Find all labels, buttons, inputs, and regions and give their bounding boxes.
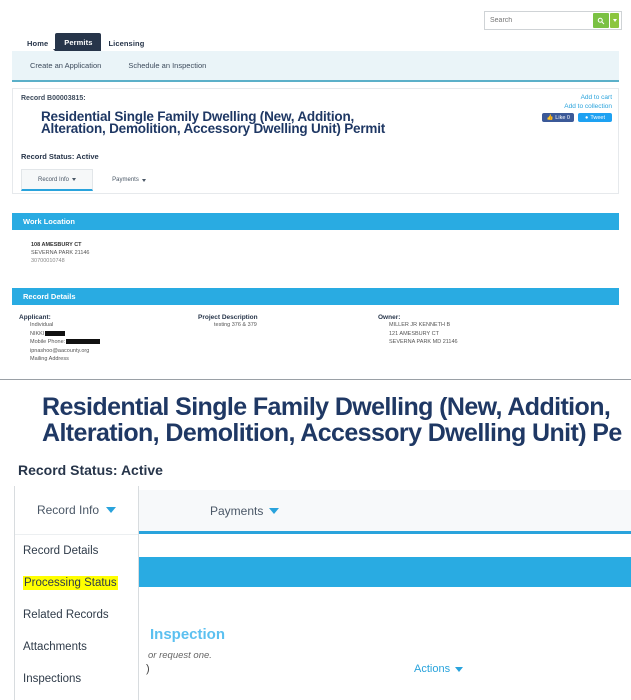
owner-address-line1: 121 AMESBURY CT <box>389 330 439 337</box>
applicant-mailing-address-label: Mailing Address <box>30 356 69 362</box>
nav-tab-home[interactable]: Home <box>20 35 55 52</box>
nav-tab-licensing[interactable]: Licensing <box>101 35 151 52</box>
menu-item-processing-status-label: Processing Status <box>23 576 118 590</box>
record-number: Record B00003815: <box>21 95 86 102</box>
record-details-heading: Record Details <box>23 292 76 301</box>
schedule-inspection-link[interactable]: Inspection <box>150 626 225 643</box>
work-parcel-number: 30700010748 <box>31 258 65 264</box>
zoom-tab-payments-label: Payments <box>210 503 264 518</box>
zoomed-detail-panel: Residential Single Family Dwelling (New,… <box>0 379 631 700</box>
record-side-links: Add to cart Add to collection <box>564 93 612 111</box>
redaction-bar <box>66 339 101 345</box>
zoom-page-title: Residential Single Family Dwelling (New,… <box>42 394 631 446</box>
applicant-phone: Mobile Phone: <box>30 338 179 347</box>
facebook-like-button[interactable]: 👍 Like 0 <box>542 113 574 122</box>
caret-down-icon <box>106 507 117 513</box>
twitter-tweet-label: Tweet <box>590 114 605 121</box>
applicant-name-text: NIKKI <box>30 330 45 337</box>
menu-item-processing-status[interactable]: Processing Status <box>15 567 138 599</box>
work-address-line1: 108 AMESBURY CT <box>31 242 82 248</box>
thumbs-up-icon: 👍 <box>546 114 554 121</box>
applicant-email: ipnashoo@aacounty.org <box>30 347 90 354</box>
record-details-body: Applicant: Individual NIKKI Mobile Phone… <box>12 305 619 378</box>
dropdown-header-record-info[interactable]: Record Info <box>15 486 138 535</box>
twitter-bird-icon: ● <box>584 114 589 121</box>
menu-item-attachments[interactable]: Attachments <box>15 631 138 663</box>
project-description-heading: Project Description <box>198 314 258 321</box>
tab-payments-label: Payments <box>112 177 139 183</box>
tab-record-info-label: Record Info <box>37 176 70 183</box>
work-location-body: 108 AMESBURY CT SEVERNA PARK 21146 30700… <box>12 230 619 280</box>
applicant-phone-label: Mobile Phone: <box>30 339 66 345</box>
menu-item-record-details-label: Record Details <box>23 545 99 557</box>
owner-name: MILLER JR KENNETH B <box>389 322 451 328</box>
page-overview-panel: Home Permits Licensing Create an Applica… <box>0 0 631 378</box>
social-buttons: 👍 Like 0 ● Tweet <box>542 113 612 122</box>
menu-item-inspections-label: Inspections <box>23 673 82 685</box>
owner-address-line2: SEVERNA PARK MD 21146 <box>389 339 458 345</box>
project-description-text: testing 376 & 379 <box>214 322 257 328</box>
work-location-heading: Work Location <box>23 217 75 226</box>
menu-item-inspections[interactable]: Inspections <box>15 663 138 695</box>
applicant-name: NIKKI <box>30 330 179 339</box>
facebook-like-label: Like 0 <box>555 114 570 121</box>
section-header-record-details: Record Details <box>12 288 619 305</box>
work-address-line2: SEVERNA PARK 21146 <box>31 250 90 256</box>
caret-down-icon <box>141 178 146 182</box>
actions-label: Actions <box>414 663 451 675</box>
page-title: Residential Single Family Dwelling (New,… <box>41 110 471 136</box>
applicant-type: Individual <box>30 322 54 328</box>
zoom-record-status: Record Status: Active <box>18 462 163 478</box>
tab-record-info[interactable]: Record Info <box>21 169 93 191</box>
owner-heading: Owner: <box>378 314 401 321</box>
menu-item-record-details[interactable]: Record Details <box>15 535 138 567</box>
section-header-work-location: Work Location <box>12 213 619 230</box>
record-info-dropdown-menu: Record Info Record Details Processing St… <box>14 486 139 700</box>
record-tabs: Record Info Payments <box>21 169 165 191</box>
zoom-title-line2: Alteration, Demolition, Accessory Dwelli… <box>42 419 622 447</box>
search-dropdown-icon[interactable] <box>610 13 619 28</box>
applicant-heading: Applicant: <box>19 314 51 321</box>
inspection-count-text: ) <box>146 663 150 675</box>
applicant-column: Applicant: Individual NIKKI Mobile Phone… <box>19 314 179 364</box>
caret-down-icon <box>269 507 280 514</box>
owner-column: Owner: MILLER JR KENNETH B 121 AMESBURY … <box>378 314 558 347</box>
search-icon[interactable] <box>593 13 609 28</box>
menu-item-related-records[interactable]: Related Records <box>15 599 138 631</box>
record-status: Record Status: Active <box>21 152 99 161</box>
add-to-collection-link[interactable]: Add to collection <box>564 102 612 111</box>
caret-down-icon <box>72 178 77 181</box>
zoom-title-line1: Residential Single Family Dwelling (New,… <box>42 393 611 421</box>
add-to-cart-link[interactable]: Add to cart <box>564 93 612 102</box>
caret-down-icon <box>455 666 464 672</box>
search-box[interactable] <box>484 11 622 30</box>
sub-nav: Create an Application Schedule an Inspec… <box>12 51 619 82</box>
subnav-schedule-inspection[interactable]: Schedule an Inspection <box>128 61 206 70</box>
inspection-help-text: or request one. <box>148 650 212 661</box>
menu-item-related-records-label: Related Records <box>23 609 109 621</box>
search-input[interactable] <box>485 11 593 30</box>
zoom-tab-payments[interactable]: Payments <box>210 503 280 518</box>
redaction-bar <box>45 330 66 336</box>
menu-item-attachments-label: Attachments <box>23 641 87 653</box>
main-nav: Home Permits Licensing <box>20 33 151 52</box>
actions-dropdown[interactable]: Actions <box>414 663 464 675</box>
tab-payments[interactable]: Payments <box>93 169 165 191</box>
subnav-create-application[interactable]: Create an Application <box>30 61 101 70</box>
record-title-line2: Alteration, Demolition, Accessory Dwelli… <box>41 121 386 136</box>
project-description-column: Project Description testing 376 & 379 <box>198 314 358 330</box>
twitter-tweet-button[interactable]: ● Tweet <box>577 113 612 122</box>
dropdown-header-label: Record Info <box>36 503 100 517</box>
record-header-card: Record B00003815: Residential Single Fam… <box>12 88 619 194</box>
nav-tab-permits[interactable]: Permits <box>55 33 102 52</box>
